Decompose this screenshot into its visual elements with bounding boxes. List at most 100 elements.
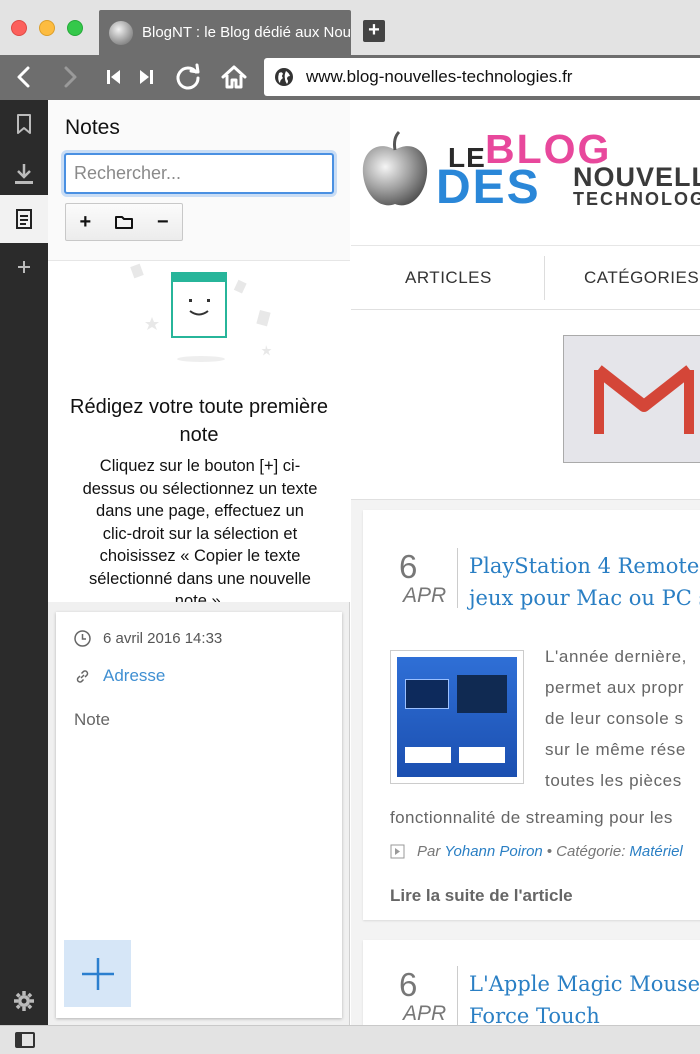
clock-icon [74,630,91,647]
rail-downloads[interactable] [0,150,48,198]
excerpt-line-4: sur le même rése [545,740,686,759]
post-date-day: 6 [399,548,418,585]
post-title-line-1[interactable]: L'Apple Magic Mouse [469,968,700,1000]
zoom-window-button[interactable] [67,20,83,36]
plus-icon [18,261,30,273]
reload-button[interactable] [172,61,204,93]
apple-logo-icon [362,130,428,206]
notes-header: Notes + − [48,100,350,260]
forward-arrow-icon [64,66,77,88]
empty-state-title: Rédigez votre toute première note [70,396,328,446]
apple-favicon-icon [109,20,133,45]
nav-divider [544,256,545,300]
date-divider [457,548,458,608]
site-nav: ARTICLES CATÉGORIES [351,245,700,310]
address-bar[interactable]: www.blog-nouvelles-technologies.fr [264,58,700,96]
delete-note-button[interactable]: − [143,204,182,240]
logo-technologies: TECHNOLOGIES [573,189,700,209]
reload-icon [176,63,200,90]
rail-notes[interactable] [0,195,48,243]
post-title-line-1[interactable]: PlayStation 4 Remote Play [469,550,700,582]
author-link[interactable]: Yohann Poiron [444,843,542,860]
plus-icon [81,957,114,990]
panel-toggle-icon[interactable] [15,1032,35,1048]
post-card: 6 APR PlayStation 4 Remote Play jeux pou… [363,510,700,920]
nav-categories[interactable]: CATÉGORIES [584,268,699,288]
gmail-icon [594,365,694,434]
notes-toolbar: + − [65,203,183,241]
notes-panel: Notes + − [48,100,350,1025]
gear-icon [14,991,34,1011]
excerpt-line-6: fonctionnalité de streaming pour les [390,808,673,827]
logo-des: DES [436,161,541,214]
new-tab-button[interactable]: + [363,20,385,42]
category-link[interactable]: Matériel [629,843,682,860]
post-title-line-2[interactable]: jeux pour Mac ou PC s [469,582,700,614]
notes-icon [16,209,32,229]
note-date-row: 6 avril 2016 14:33 [74,630,222,647]
home-icon [221,65,247,89]
rail-settings[interactable] [0,977,48,1025]
web-content: LE BLOG DES NOUVELLES TECHNOLOGIES ARTIC… [351,100,700,1025]
tab-active[interactable]: BlogNT : le Blog dédié aux Nouvelles Tec… [99,10,351,55]
post-title-line-2[interactable]: Force Touch [469,1000,600,1025]
notes-search-input[interactable] [64,153,334,194]
bookmark-icon [17,114,31,134]
add-note-button[interactable]: + [66,204,105,240]
ps4-remote-play-screenshot [397,657,517,777]
note-date: 6 avril 2016 14:33 [103,630,223,647]
post-thumbnail[interactable] [390,650,524,784]
url-text: www.blog-nouvelles-technologies.fr [306,67,573,86]
note-body-label[interactable]: Note [74,710,110,730]
new-folder-button[interactable] [105,204,144,240]
gmail-thumbnail[interactable] [563,335,700,463]
close-window-button[interactable] [11,20,27,36]
nav-articles[interactable]: ARTICLES [405,268,492,288]
back-arrow-icon [17,66,30,88]
globe-icon [275,68,293,86]
excerpt-line-5: toutes les pièces [545,771,682,790]
skip-forward-icon [140,70,153,84]
post-date-day: 6 [399,966,418,1003]
minimize-window-button[interactable] [39,20,55,36]
read-more-link[interactable]: Lire la suite de l'article [390,886,573,906]
excerpt-line-3: de leur console s [545,709,684,728]
post-date-month: APR [403,1002,447,1025]
back-button[interactable] [8,61,40,93]
post-byline: Par Yohann Poiron • Catégorie: Matériel [390,843,687,860]
notes-title: Notes [65,116,120,139]
navigation-toolbar: www.blog-nouvelles-technologies.fr [0,55,700,100]
rewind-button[interactable] [98,61,130,93]
play-box-icon [390,844,405,859]
add-note-fab[interactable] [64,940,131,1007]
tab-bar: BlogNT : le Blog dédié aux Nouvelles Tec… [0,0,700,55]
featured-banner[interactable] [351,310,700,500]
post-date-month: APR [403,584,447,607]
category-prefix: • Catégorie: [546,843,626,860]
home-button[interactable] [218,61,250,93]
excerpt-line-2: permet aux propr [545,678,685,697]
link-icon [76,669,89,683]
note-address-link[interactable]: Adresse [103,666,165,686]
status-bar [0,1025,700,1054]
empty-note-illustration-icon [130,263,272,362]
forward-button[interactable] [54,61,86,93]
tab-title: BlogNT : le Blog dédié aux Nouvelles Tec… [142,24,351,41]
skip-back-icon [107,70,120,84]
fast-forward-button[interactable] [130,61,162,93]
byline-prefix: Par [417,843,441,860]
download-icon [15,164,33,184]
empty-state-body: Cliquez sur le bouton [+] ci-dessus ou s… [82,457,318,602]
excerpt-line-1: L'année dernière, [545,647,687,666]
note-card: 6 avril 2016 14:33 Adresse Note [56,612,342,1018]
rail-add-panel[interactable] [0,243,48,291]
empty-state: Rédigez votre toute première note Clique… [48,260,350,602]
sidebar-rail [0,100,48,1025]
site-header: LE BLOG DES NOUVELLES TECHNOLOGIES [351,100,700,245]
note-address-row[interactable]: Adresse [74,666,165,686]
date-divider [457,966,458,1025]
rail-bookmarks[interactable] [0,100,48,148]
post-card: 6 APR L'Apple Magic Mouse Force Touch [363,940,700,1025]
browser-window: BlogNT : le Blog dédié aux Nouvelles Tec… [0,0,700,1054]
folder-icon [115,216,133,229]
